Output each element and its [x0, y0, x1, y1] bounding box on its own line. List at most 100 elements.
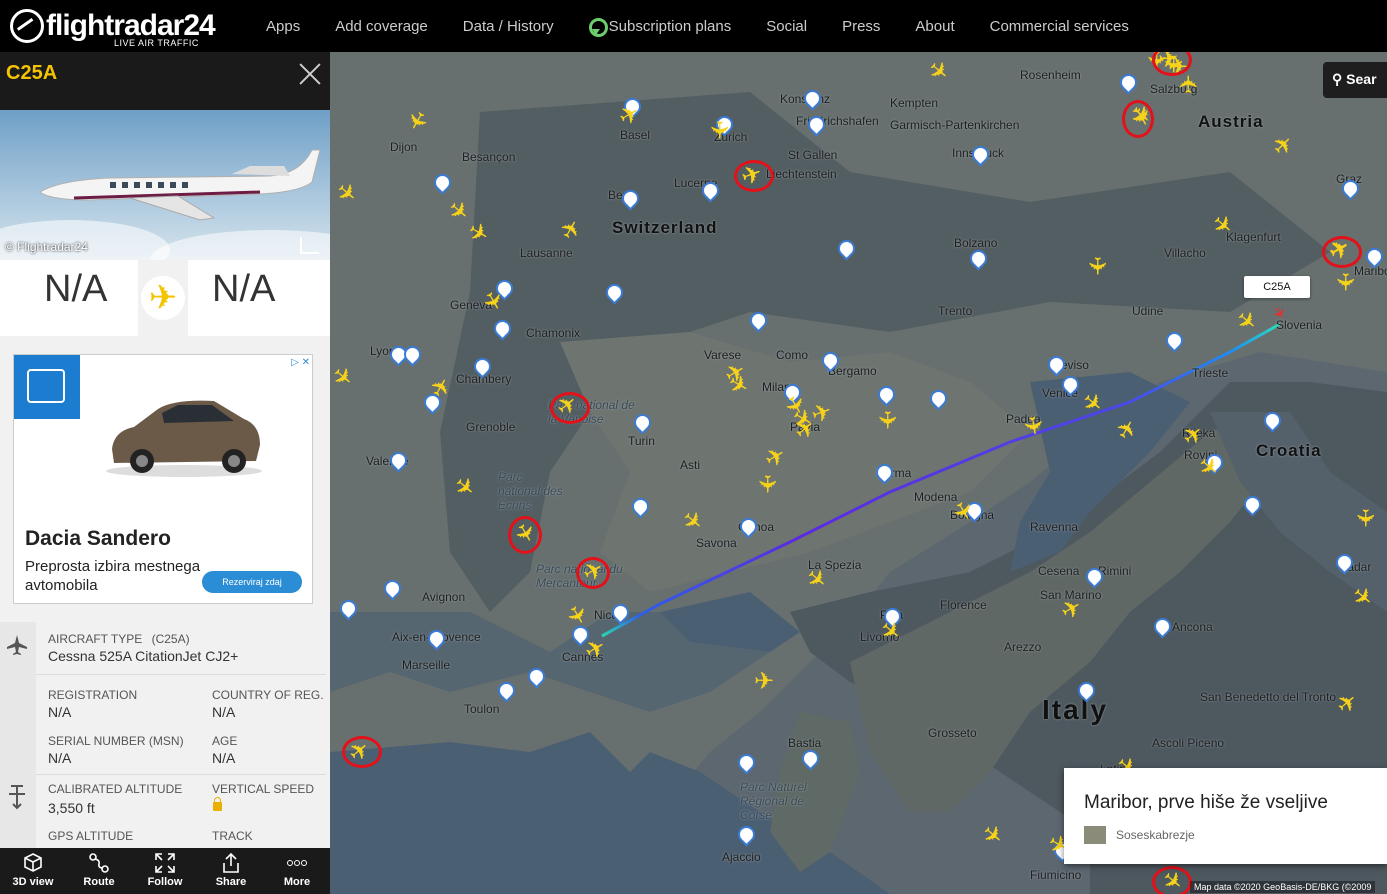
airport-pin[interactable] [1336, 554, 1349, 572]
airport-pin[interactable] [340, 600, 353, 618]
age-value: N/A [212, 750, 236, 766]
track-label: TRACK [212, 829, 253, 843]
airport-pin[interactable] [390, 346, 403, 364]
aircraft-photo[interactable]: © Flightradar24 [0, 110, 330, 260]
city-label: Marseille [402, 658, 451, 672]
airport-pin[interactable] [404, 346, 417, 364]
route-button[interactable]: Route [66, 848, 132, 894]
share-button[interactable]: Share [198, 848, 264, 894]
nav-commercial-services[interactable]: Commercial services [990, 18, 1129, 35]
photo-credit: © Flightradar24 [5, 240, 88, 254]
airport-pin[interactable] [434, 174, 447, 192]
ad-card[interactable]: Maribor, prve hiše že vseljive Soseskabr… [1064, 768, 1387, 864]
airport-pin[interactable] [1062, 376, 1075, 394]
lock-icon[interactable] [213, 797, 222, 811]
nav-press[interactable]: Press [842, 18, 880, 35]
3d-view-button[interactable]: 3D view [0, 848, 66, 894]
city-label: Rosenheim [1020, 68, 1081, 82]
airport-pin[interactable] [738, 754, 751, 772]
airport-pin[interactable] [612, 604, 625, 622]
airport-pin[interactable] [738, 826, 751, 844]
aircraft-type-label: AIRCRAFT TYPE (C25A) [48, 632, 190, 646]
airport-pin[interactable] [428, 630, 441, 648]
aircraft-icon[interactable]: ✈ [1176, 72, 1203, 96]
selected-flight-label[interactable]: C25A [1244, 276, 1310, 298]
airport-pin[interactable] [494, 320, 507, 338]
airport-pin[interactable] [702, 182, 715, 200]
ad-card-source: Soseskabrezje [1116, 828, 1195, 842]
airport-pin[interactable] [804, 90, 817, 108]
city-label: Florence [940, 598, 987, 612]
nav-data-history[interactable]: Data / History [463, 18, 554, 35]
flight-map[interactable]: Switzerland Austria Croatia Italy Sloven… [330, 52, 1387, 894]
ad-choices-icon[interactable]: ▷ ✕ [291, 357, 310, 368]
region-label: Parc Naturel Régional de Corse [740, 780, 807, 822]
brand-name: flightradar24 [46, 9, 216, 42]
aircraft-icon[interactable]: ✈ [873, 408, 900, 432]
flightradar24-logo[interactable]: flightradar24 LIVE AIR TRAFFIC [10, 6, 216, 48]
external-link-icon[interactable] [300, 236, 320, 254]
ad-cta-button[interactable]: Rezerviraj zdaj [202, 571, 302, 593]
close-icon[interactable] [296, 60, 324, 88]
city-label: Lausanne [520, 246, 573, 260]
airport-pin[interactable] [390, 452, 403, 470]
follow-button[interactable]: Follow [132, 848, 198, 894]
airport-pin[interactable] [930, 390, 943, 408]
city-label: Grosseto [928, 726, 977, 740]
airport-pin[interactable] [970, 250, 983, 268]
altitude-icon [9, 785, 25, 810]
airport-pin[interactable] [838, 240, 851, 258]
calibrated-altitude-label: CALIBRATED ALTITUDE [48, 782, 183, 796]
aircraft-icon[interactable]: ✈ [752, 670, 776, 694]
radar-logo-icon [10, 9, 44, 43]
nav-add-coverage[interactable]: Add coverage [335, 18, 428, 35]
nav-social[interactable]: Social [766, 18, 807, 35]
aircraft-icon[interactable]: ✈ [1331, 270, 1358, 294]
aircraft-silhouette [39, 149, 321, 221]
airport-pin[interactable] [1048, 356, 1061, 374]
airport-pin[interactable] [876, 464, 889, 482]
serial-number-label: SERIAL NUMBER (MSN) [48, 734, 184, 748]
airport-pin[interactable] [802, 750, 815, 768]
nav-apps[interactable]: Apps [266, 18, 300, 35]
airport-pin[interactable] [1342, 180, 1355, 198]
airport-pin[interactable] [1086, 568, 1099, 586]
airport-pin[interactable] [1120, 74, 1133, 92]
airport-pin[interactable] [1366, 248, 1379, 266]
airport-pin[interactable] [622, 190, 635, 208]
airport-pin[interactable] [384, 580, 397, 598]
airport-pin[interactable] [822, 352, 835, 370]
aircraft-icon[interactable]: ✈ [1017, 412, 1047, 440]
vertical-speed-label: VERTICAL SPEED [212, 782, 315, 796]
aircraft-icon[interactable]: ✈ [753, 472, 780, 496]
city-label: Udine [1132, 304, 1164, 318]
nav-subscription-plans[interactable]: Subscription plans [588, 18, 731, 37]
airport-pin[interactable] [474, 358, 487, 376]
nav-about[interactable]: About [915, 18, 954, 35]
search-button[interactable]: ⚲ Sear [1323, 62, 1387, 98]
main-nav: Apps Add coverage Data / History Subscri… [266, 0, 1164, 52]
calibrated-altitude-value: 3,550 ft [48, 800, 95, 816]
airport-pin[interactable] [1078, 682, 1091, 700]
airport-pin[interactable] [1154, 618, 1167, 636]
aircraft-icon[interactable]: ✈ [1351, 506, 1378, 530]
airport-pin[interactable] [878, 386, 891, 404]
airport-pin[interactable] [528, 668, 541, 686]
advertisement[interactable]: ▷ ✕ Dacia Sandero Preprosta izbira mestn… [13, 354, 313, 604]
airport-pin[interactable] [972, 146, 985, 164]
city-label: Maribor [1354, 264, 1387, 278]
airport-pin[interactable] [634, 414, 647, 432]
airport-pin[interactable] [808, 116, 821, 134]
country-label: Switzerland [612, 218, 718, 237]
airport-pin[interactable] [1166, 332, 1179, 350]
airport-pin[interactable] [632, 498, 645, 516]
airport-pin[interactable] [1264, 412, 1277, 430]
airport-pin[interactable] [606, 284, 619, 302]
airport-pin[interactable] [1244, 496, 1257, 514]
airport-pin[interactable] [740, 518, 753, 536]
airport-pin[interactable] [750, 312, 763, 330]
more-button[interactable]: More [264, 848, 330, 894]
aircraft-icon[interactable]: ✈ [1083, 254, 1110, 278]
airport-pin[interactable] [498, 682, 511, 700]
aircraft-icon[interactable]: ✈ [705, 118, 732, 142]
